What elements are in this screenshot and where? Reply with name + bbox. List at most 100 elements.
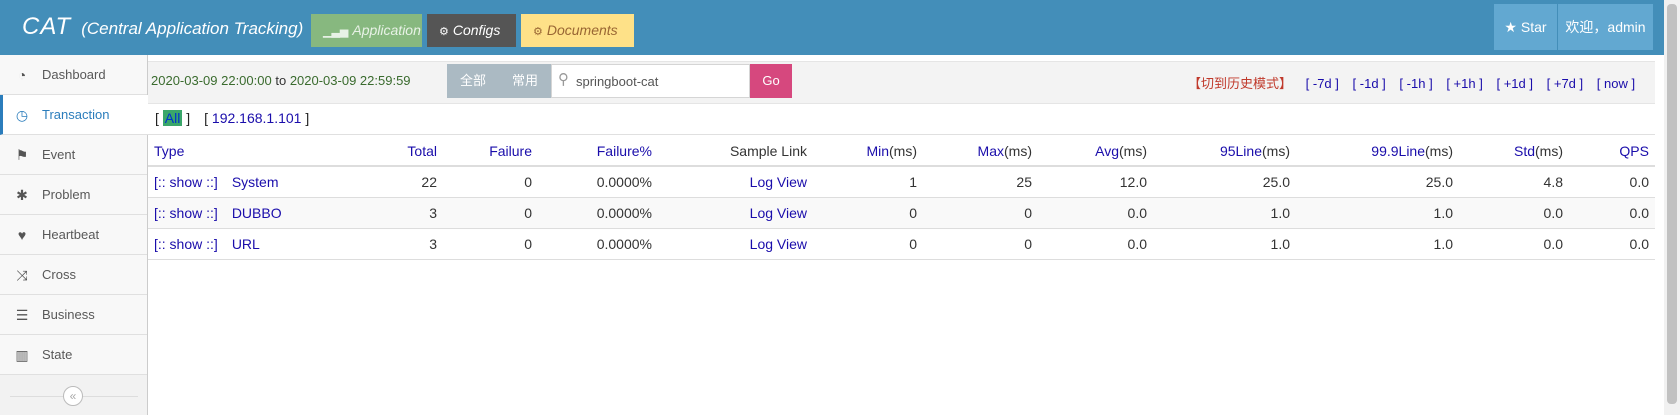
col-qps[interactable]: QPS (1569, 136, 1655, 167)
page-scrollbar[interactable] (1664, 0, 1680, 415)
range-minus-1h[interactable]: [ -1h ] (1399, 76, 1432, 91)
application-button[interactable]: ▁▃▅ Application (311, 14, 422, 47)
col-max[interactable]: Max(ms) (923, 136, 1038, 167)
sidebar-item-heartbeat[interactable]: ♥ Heartbeat (0, 215, 147, 255)
type-link[interactable]: DUBBO (232, 205, 282, 221)
sidebar-item-label: Problem (42, 187, 91, 202)
star-icon: ★ (1504, 19, 1517, 35)
ip-filter-host[interactable]: 192.168.1.101 (212, 110, 302, 126)
range-minus-1d[interactable]: [ -1d ] (1353, 76, 1386, 91)
filter-common-button[interactable]: 常用 (499, 64, 551, 98)
col-999line[interactable]: 99.9Line(ms) (1296, 136, 1459, 167)
sidebar-item-transaction[interactable]: ◷ Transaction (0, 95, 149, 135)
sort-qps-link[interactable]: QPS (1619, 143, 1649, 159)
sidebar-item-cross[interactable]: ⤨ Cross (0, 255, 147, 295)
unit-label: (ms) (1004, 142, 1032, 159)
search-icon: ⚲ (558, 71, 569, 88)
avg-cell: 0.0 (1038, 197, 1153, 229)
sidebar-item-dashboard[interactable]: ◔ Dashboard (0, 55, 147, 95)
star-button[interactable]: ★ Star (1494, 4, 1557, 50)
sidebar-item-label: Heartbeat (42, 227, 100, 242)
brand-subtitle: (Central Application Tracking) (81, 19, 304, 38)
random-icon: ⤨ (16, 267, 28, 283)
bug-icon: ✱ (16, 187, 28, 203)
range-label: -7d (1312, 76, 1332, 91)
failure-cell: 0 (443, 166, 538, 198)
avg-cell: 12.0 (1038, 166, 1153, 198)
sort-total-link[interactable]: Total (407, 143, 437, 159)
show-graph-link[interactable]: [:: show ::] (154, 174, 218, 190)
sidebar-item-label: Transaction (42, 107, 110, 122)
range-plus-7d[interactable]: [ +7d ] (1547, 76, 1584, 91)
ip-filter-all[interactable]: All (162, 110, 183, 126)
documents-button[interactable]: ⚙ Documents (521, 14, 634, 47)
collapse-sidebar-button[interactable]: « (63, 386, 83, 406)
unit-label: (ms) (1119, 142, 1147, 159)
cogs-icon: ⚙ (439, 26, 449, 38)
sort-failure-pct-link[interactable]: Failure% (597, 143, 652, 159)
transaction-table: Type Total Failure Failure% Sample Link … (148, 136, 1655, 260)
scrollbar-thumb[interactable] (1667, 4, 1677, 404)
filter-all-button[interactable]: 全部 (447, 64, 499, 98)
sort-min-link[interactable]: Min (866, 143, 889, 159)
configs-button[interactable]: ⚙ Configs (427, 14, 516, 47)
failure-cell: 0 (443, 197, 538, 229)
sidebar-item-event[interactable]: ⚑ Event (0, 135, 147, 175)
col-min[interactable]: Min(ms) (813, 136, 923, 167)
sort-max-link[interactable]: Max (978, 143, 1004, 159)
section-divider (148, 134, 1655, 135)
failure-pct-cell: 0.0000% (538, 197, 658, 229)
failure-pct-cell: 0.0000% (538, 166, 658, 198)
go-button[interactable]: Go (750, 64, 792, 98)
range-minus-7d[interactable]: [ -7d ] (1306, 76, 1339, 91)
sort-95line-link[interactable]: 95Line (1220, 143, 1262, 159)
type-link[interactable]: URL (232, 236, 260, 252)
sample-link-cell: Log View (658, 197, 813, 229)
sort-failure-link[interactable]: Failure (489, 143, 532, 159)
sidebar-item-state[interactable]: ▥ State (0, 335, 147, 375)
user-menu[interactable]: 欢迎，admin (1558, 4, 1653, 50)
sample-link-cell: Log View (658, 166, 813, 198)
sort-std-link[interactable]: Std (1514, 143, 1535, 159)
bracket: ] (186, 110, 191, 126)
range-plus-1h[interactable]: [ +1h ] (1446, 76, 1483, 91)
sidebar-item-problem[interactable]: ✱ Problem (0, 175, 147, 215)
top-navbar: CAT (Central Application Tracking) ▁▃▅ App… (0, 0, 1664, 55)
type-cell: [:: show ::] DUBBO (148, 197, 288, 229)
col-failure-pct[interactable]: Failure% (538, 136, 658, 167)
sort-999line-link[interactable]: 99.9Line (1371, 143, 1425, 159)
sort-avg-link[interactable]: Avg (1095, 143, 1119, 159)
col-avg[interactable]: Avg(ms) (1038, 136, 1153, 167)
log-view-link[interactable]: Log View (750, 236, 807, 252)
history-mode-link[interactable]: 【切到历史模式】 (1188, 76, 1292, 91)
unit-label: (ms) (889, 142, 917, 159)
sort-type-link[interactable]: Type (154, 143, 184, 159)
log-view-link[interactable]: Log View (750, 174, 807, 190)
type-link[interactable]: System (232, 174, 279, 190)
type-cell: [:: show ::] URL (148, 228, 288, 260)
application-label: Application (352, 22, 421, 38)
range-label: -1d (1359, 76, 1379, 91)
max-cell: 0 (923, 197, 1038, 229)
domain-search-input[interactable] (576, 71, 746, 91)
col-total[interactable]: Total (288, 136, 443, 167)
list-icon: ☰ (15, 307, 29, 323)
col-failure[interactable]: Failure (443, 136, 538, 167)
col-type[interactable]: Type (148, 136, 288, 167)
range-plus-1d[interactable]: [ +1d ] (1496, 76, 1533, 91)
table-header-row: Type Total Failure Failure% Sample Link … (148, 136, 1655, 167)
show-graph-link[interactable]: [:: show ::] (154, 236, 218, 252)
star-label: Star (1520, 19, 1547, 35)
flag-icon: ⚑ (15, 147, 29, 163)
col-std[interactable]: Std(ms) (1459, 136, 1569, 167)
show-graph-link[interactable]: [:: show ::] (154, 205, 218, 221)
col-95line[interactable]: 95Line(ms) (1153, 136, 1296, 167)
range-label: now (1604, 76, 1628, 91)
sidebar-item-business[interactable]: ☰ Business (0, 295, 147, 335)
std-cell: 4.8 (1459, 166, 1569, 198)
unit-label: (ms) (1535, 142, 1563, 159)
range-now[interactable]: [ now ] (1597, 76, 1635, 91)
sidebar-collapse: « (0, 377, 148, 415)
log-view-link[interactable]: Log View (750, 205, 807, 221)
brand[interactable]: CAT (Central Application Tracking) (22, 13, 303, 41)
